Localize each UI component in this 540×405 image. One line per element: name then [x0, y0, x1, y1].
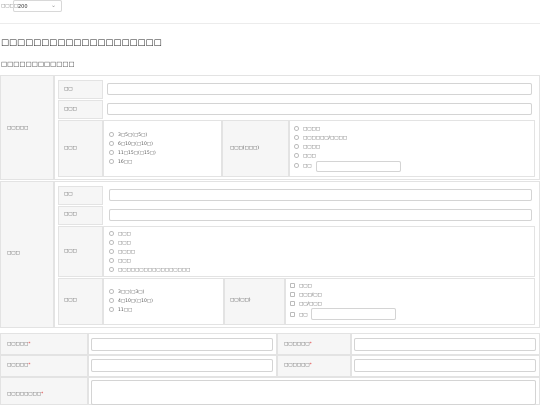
g2-radio-3[interactable]: 11□□: [109, 307, 132, 313]
g2-check-3[interactable]: □□/□□□: [290, 301, 322, 307]
g1-mid-label: □□□(□□□): [230, 146, 260, 151]
f-r1-left-label: □□□□□*: [7, 342, 31, 347]
g1-row2-input[interactable]: [107, 103, 532, 115]
g2-row1-input[interactable]: [109, 189, 532, 201]
group2-label: □□□: [7, 251, 20, 256]
f-r2-right-label: □□□□□□*: [284, 363, 312, 368]
f-r1-right-input[interactable]: [354, 338, 536, 351]
g1-option-4[interactable]: □□□: [294, 153, 316, 159]
g2-check-other-input[interactable]: [311, 308, 396, 320]
g1-option-other-input[interactable]: [316, 161, 401, 172]
f-r2-left-label: □□□□□*: [7, 363, 31, 368]
g2-check-4[interactable]: □□: [290, 312, 308, 318]
f-r3-label: □□□□□□□□*: [7, 392, 44, 397]
f-r2-left-input[interactable]: [91, 359, 273, 372]
page-title: □□□□□□□□□□□□□□□□□□□□: [1, 38, 162, 48]
g1-row1-label: □□: [64, 87, 73, 92]
g2-row3-option-1[interactable]: □□□: [109, 231, 131, 237]
f-r1-left-input[interactable]: [91, 338, 273, 351]
g1-row3-label: □□□: [64, 146, 77, 151]
g1-radio-4[interactable]: 16□□: [109, 159, 132, 165]
g2-row3-option-2[interactable]: □□□: [109, 240, 131, 246]
f-r3-label-cell: [0, 377, 88, 405]
g1-option-3[interactable]: □□□□: [294, 144, 320, 150]
g2-row3-label: □□□: [64, 249, 77, 254]
g1-option-1[interactable]: □□□□: [294, 126, 320, 132]
count-select[interactable]: 200 ⌄: [13, 0, 62, 12]
f-r3-textarea[interactable]: [91, 380, 536, 405]
g2-row4-label: □□□: [64, 298, 77, 303]
g2-mid-label: □□(□□): [230, 298, 251, 303]
f-r2-right-input[interactable]: [354, 359, 536, 372]
section-title: □□□□□□□□□□□□: [1, 60, 75, 68]
g1-row1-input[interactable]: [107, 83, 532, 95]
g2-row2-label: □□□: [64, 212, 77, 217]
g1-radio-1[interactable]: 3□5□(□5□): [109, 132, 147, 138]
g1-radio-3[interactable]: 11□15□(□15□): [109, 150, 156, 156]
g2-row3-option-4[interactable]: □□□: [109, 258, 131, 264]
g2-radio-2[interactable]: 4□10□(□10□): [109, 298, 153, 304]
g2-radio-1[interactable]: 3□□(□3□): [109, 289, 144, 295]
count-value: 200: [18, 4, 28, 10]
f-r1-right-label: □□□□□□*: [284, 342, 312, 347]
g2-row2-input[interactable]: [109, 209, 532, 221]
g1-radio-2[interactable]: 6□10□(□10□): [109, 141, 153, 147]
g1-option-5[interactable]: □□: [294, 163, 312, 169]
g2-check-2[interactable]: □□□/□□: [290, 292, 322, 298]
g2-row3-option-3[interactable]: □□□□: [109, 249, 135, 255]
g2-check-1[interactable]: □□□: [290, 283, 312, 289]
g1-radio-cell: [103, 120, 222, 177]
g2-row3-option-5[interactable]: □□□□□□□□□□□□□□□□□: [109, 267, 190, 273]
toolbar: □□□□: 200 ⌄: [0, 0, 540, 15]
g1-row2-label: □□□: [64, 107, 77, 112]
g2-row1-label: □□: [64, 192, 73, 197]
g1-option-2[interactable]: □□□□□□/□□□□: [294, 135, 347, 141]
divider: [0, 23, 540, 24]
chevron-down-icon: ⌄: [50, 2, 56, 9]
group1-label: □□□□□: [7, 126, 29, 131]
